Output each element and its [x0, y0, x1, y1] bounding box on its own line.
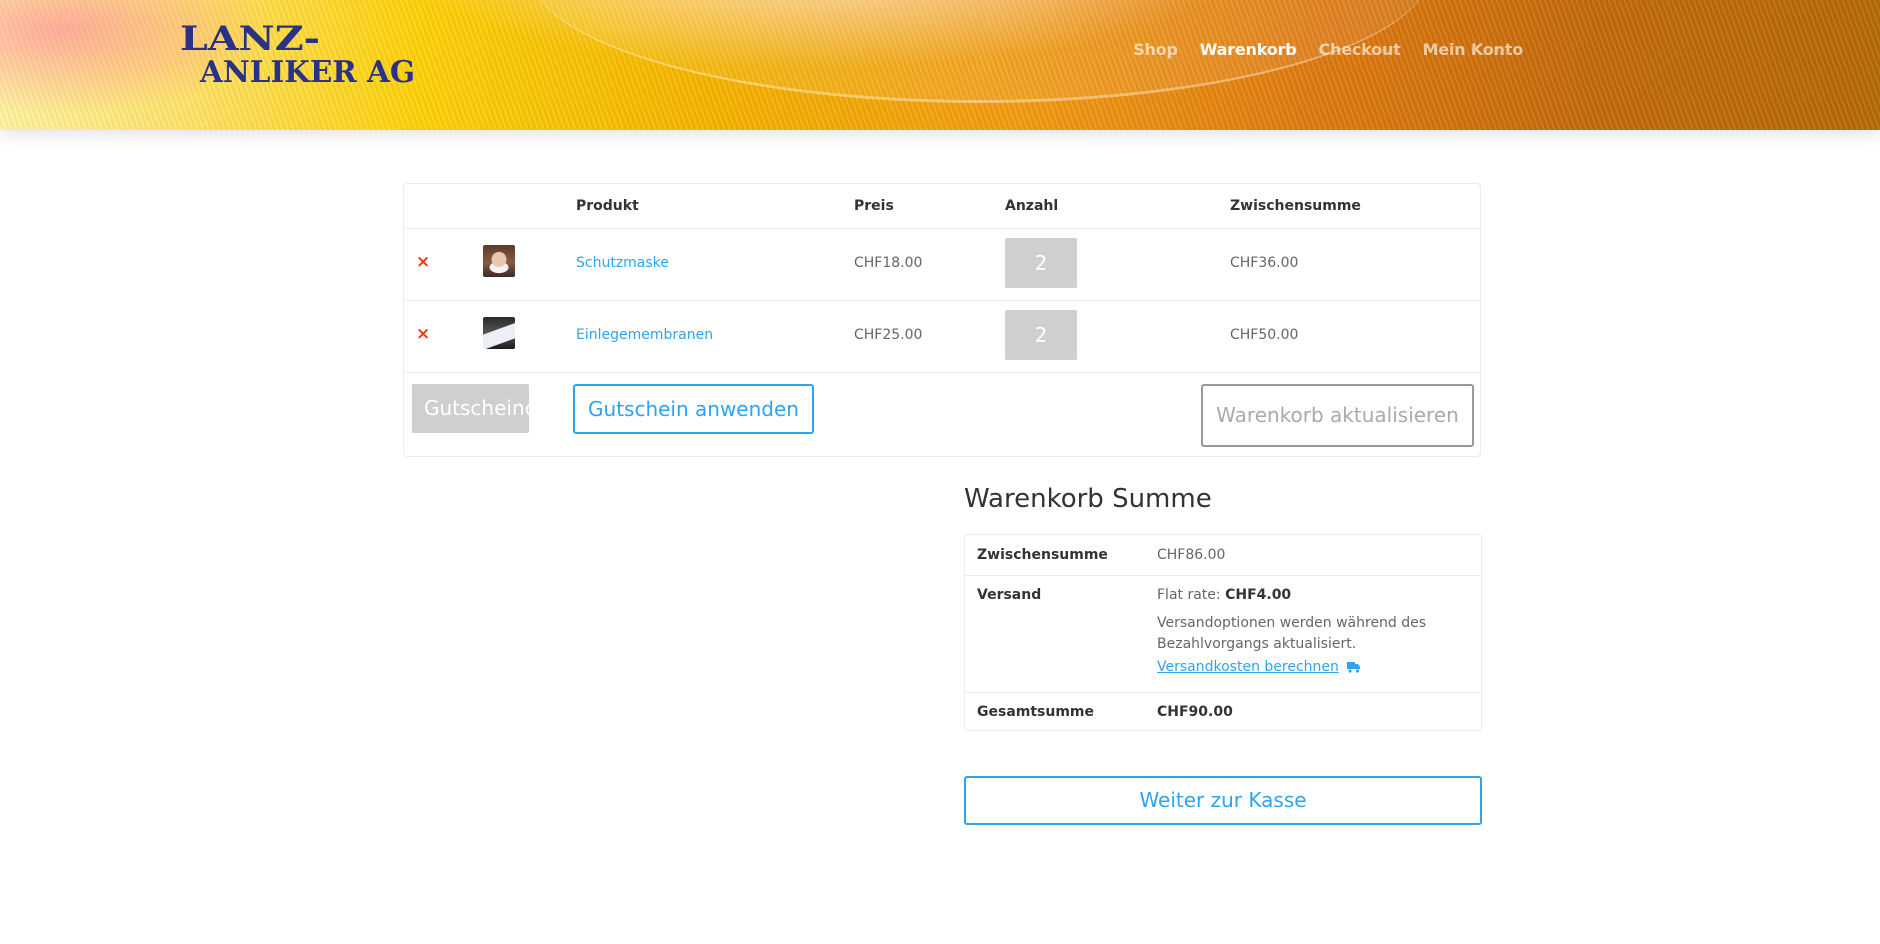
cart-table: Produkt Preis Anzahl Zwischensumme × Sch… [403, 183, 1481, 457]
cart-actions: Gutscheincode Gutschein anwenden Warenko… [404, 372, 1480, 458]
shipping-note: Versandoptionen werden während des Bezah… [1157, 615, 1427, 652]
shipping-calculator-link[interactable]: Versandkosten berechnen [1157, 659, 1361, 675]
svg-text:ANLIKER AG: ANLIKER AG [199, 55, 415, 84]
product-link[interactable]: Schutzmaske [576, 255, 669, 271]
product-link[interactable]: Einlegemembranen [576, 327, 713, 343]
quantity-input[interactable]: 2 [1005, 238, 1077, 288]
shipping-rate-prefix: Flat rate: [1157, 587, 1226, 603]
nav-warenkorb[interactable]: Warenkorb [1200, 40, 1297, 59]
product-thumbnail[interactable] [483, 245, 515, 277]
nav-checkout[interactable]: Checkout [1319, 40, 1401, 59]
subtotal-row: Zwischensumme CHF86.00 [965, 535, 1481, 576]
product-price: CHF25.00 [854, 327, 923, 343]
product-price: CHF18.00 [854, 255, 923, 271]
coupon-code-input[interactable]: Gutscheincode [412, 384, 529, 433]
update-cart-button[interactable]: Warenkorb aktualisieren [1201, 384, 1474, 447]
total-row: Gesamtsumme CHF90.00 [965, 692, 1481, 732]
shipping-calculator-label: Versandkosten berechnen [1157, 659, 1339, 675]
total-label: Gesamtsumme [977, 704, 1095, 720]
column-subtotal: Zwischensumme [1230, 198, 1361, 214]
product-subtotal: CHF36.00 [1230, 255, 1299, 271]
product-subtotal: CHF50.00 [1230, 327, 1299, 343]
column-price: Preis [854, 198, 894, 214]
close-icon[interactable]: × [416, 324, 430, 344]
shipping-label: Versand [977, 587, 1042, 603]
nav-mein-konto[interactable]: Mein Konto [1423, 40, 1524, 59]
svg-text:LANZ-: LANZ- [180, 20, 320, 59]
site-logo[interactable]: LANZ- ANLIKER AG [180, 19, 420, 90]
nav-shop[interactable]: Shop [1133, 40, 1178, 59]
site-header: LANZ- ANLIKER AG Shop Warenkorb Checkout… [0, 0, 1880, 130]
column-quantity: Anzahl [1005, 198, 1059, 214]
subtotal-label: Zwischensumme [977, 547, 1108, 563]
subtotal-value: CHF86.00 [1157, 547, 1226, 563]
cart-totals-table: Zwischensumme CHF86.00 Versand Flat rate… [964, 534, 1482, 731]
cart-table-header: Produkt Preis Anzahl Zwischensumme [404, 184, 1480, 229]
cart-row: × Schutzmaske CHF18.00 2 CHF36.00 [404, 228, 1480, 301]
close-icon[interactable]: × [416, 252, 430, 272]
truck-icon [1346, 662, 1360, 673]
cart-row: × Einlegemembranen CHF25.00 2 CHF50.00 [404, 300, 1480, 373]
shipping-rate: Flat rate: CHF4.00 [1157, 587, 1291, 603]
apply-coupon-button[interactable]: Gutschein anwenden [573, 384, 814, 434]
total-value: CHF90.00 [1157, 704, 1233, 720]
shipping-row: Versand Flat rate: CHF4.00 Versandoption… [965, 575, 1481, 693]
cart-totals-title: Warenkorb Summe [964, 484, 1212, 514]
product-thumbnail[interactable] [483, 317, 515, 349]
main-nav: Shop Warenkorb Checkout Mein Konto [1133, 40, 1523, 59]
quantity-input[interactable]: 2 [1005, 310, 1077, 360]
proceed-to-checkout-button[interactable]: Weiter zur Kasse [964, 776, 1482, 825]
column-product: Produkt [576, 198, 639, 214]
logo-image: LANZ- ANLIKER AG [180, 19, 415, 90]
shipping-rate-value: CHF4.00 [1225, 587, 1292, 603]
